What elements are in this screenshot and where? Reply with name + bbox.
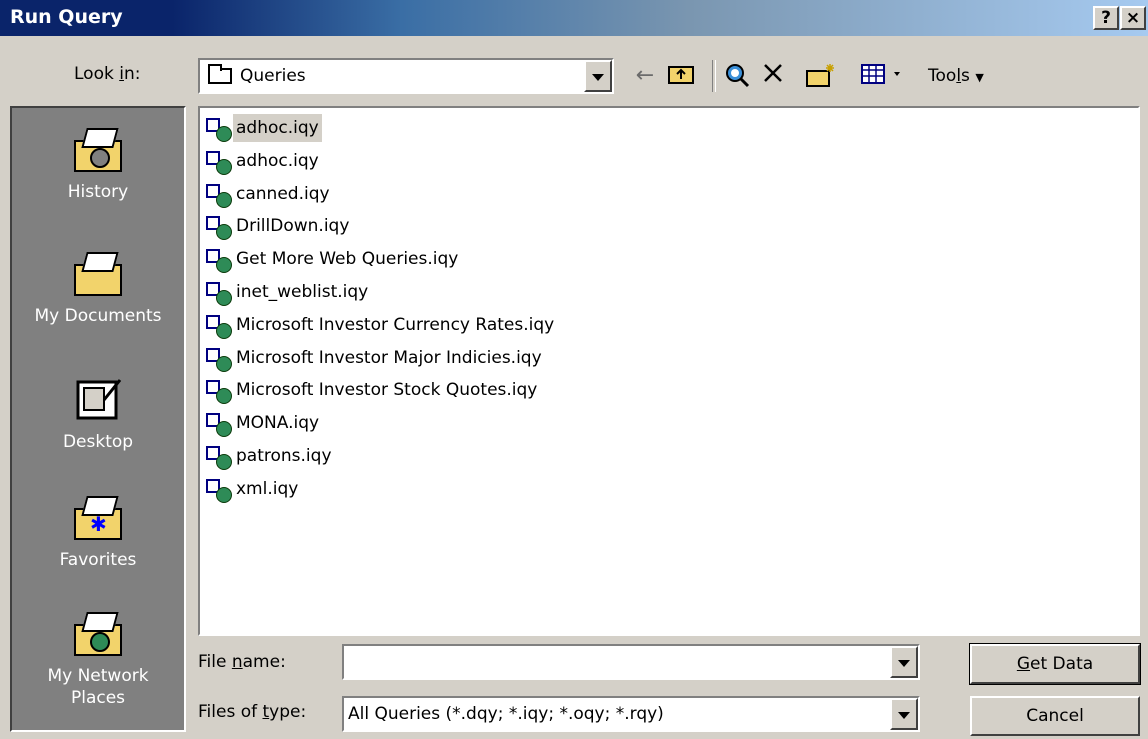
web-query-file-icon — [206, 446, 232, 470]
file-list[interactable]: adhoc.iqy adhoc.iqy canned.iqy DrillDown.iq… — [198, 106, 1140, 636]
folder-icon — [208, 64, 232, 84]
place-my-network-places[interactable]: My Network Places — [12, 614, 184, 709]
look-in-label: Look in: — [74, 64, 141, 84]
web-query-file-icon — [206, 150, 232, 175]
places-bar: History My Documents Desktop ✱ Favorites… — [10, 106, 186, 732]
title-bar: Run Query ? × — [0, 0, 1148, 36]
place-my-documents[interactable]: My Documents — [12, 254, 184, 327]
place-history[interactable]: History — [12, 130, 184, 203]
search-web-icon[interactable] — [722, 62, 752, 90]
file-item-label: Microsoft Investor Stock Quotes.iqy — [236, 380, 538, 401]
web-query-file-icon — [206, 478, 232, 503]
file-item-label: Microsoft Investor Major Indicies.iqy — [236, 347, 542, 368]
my-documents-icon — [74, 254, 122, 296]
look-in-value: Queries — [240, 66, 306, 86]
toolbar-separator — [712, 60, 716, 92]
file-item-label: canned.iqy — [236, 183, 330, 204]
favorites-icon: ✱ — [74, 498, 122, 540]
back-arrow-icon[interactable]: ← — [630, 62, 660, 90]
web-query-file-icon — [206, 413, 232, 438]
look-in-dropdown-button[interactable] — [584, 60, 612, 92]
up-one-level-icon[interactable] — [666, 62, 696, 90]
chevron-down-icon: ▼ — [975, 71, 984, 84]
cancel-button[interactable]: Cancel — [970, 696, 1140, 736]
window-title: Run Query — [10, 6, 123, 28]
tools-menu[interactable]: Tools ▼ — [928, 66, 984, 86]
file-item-label: adhoc.iqy — [233, 114, 322, 142]
file-item-label: adhoc.iqy — [236, 150, 319, 171]
file-name-dropdown-button[interactable] — [890, 646, 918, 678]
get-data-button[interactable]: Get Data — [969, 643, 1141, 685]
file-name-label: File name: — [198, 652, 286, 672]
network-places-icon — [74, 614, 122, 656]
file-item-label: Microsoft Investor Currency Rates.iqy — [236, 314, 555, 335]
views-icon[interactable] — [858, 62, 918, 90]
web-query-file-icon — [206, 380, 232, 405]
place-desktop[interactable]: Desktop — [12, 376, 184, 453]
web-query-file-icon — [206, 249, 232, 274]
file-item-label: Get More Web Queries.iqy — [236, 249, 459, 270]
file-name-input[interactable] — [342, 644, 920, 680]
files-of-type-dropdown-button[interactable] — [890, 698, 918, 730]
file-item-label: inet_weblist.iqy — [236, 282, 369, 302]
web-query-file-icon — [206, 118, 232, 142]
desktop-icon — [74, 376, 122, 420]
web-query-file-icon — [206, 347, 232, 372]
file-item-label: DrillDown.iqy — [236, 216, 350, 237]
new-folder-icon[interactable] — [806, 62, 836, 90]
files-of-type-dropdown[interactable]: All Queries (*.dqy; *.iqy; *.oqy; *.rqy) — [342, 696, 920, 732]
web-query-file-icon — [206, 216, 232, 241]
web-query-file-icon — [206, 314, 232, 339]
place-favorites[interactable]: ✱ Favorites — [12, 498, 184, 571]
file-item-label: patrons.iqy — [236, 446, 332, 466]
web-query-file-icon — [206, 282, 232, 306]
history-icon — [74, 130, 122, 172]
web-query-file-icon — [206, 183, 232, 208]
close-button[interactable]: × — [1120, 6, 1146, 30]
files-of-type-label: Files of type: — [198, 702, 307, 722]
file-item-label: MONA.iqy — [236, 413, 320, 434]
look-in-dropdown[interactable]: Queries — [198, 58, 614, 94]
file-item-label: xml.iqy — [236, 478, 299, 499]
delete-icon[interactable] — [758, 62, 788, 90]
help-button[interactable]: ? — [1093, 6, 1119, 30]
